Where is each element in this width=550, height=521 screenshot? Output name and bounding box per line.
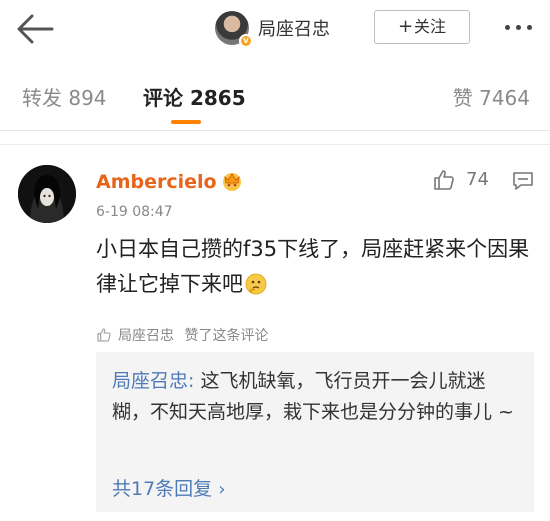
divider: [0, 144, 550, 145]
author-avatar[interactable]: V: [215, 11, 253, 48]
commenter-avatar[interactable]: [18, 165, 76, 223]
thinking-emoji-icon: [245, 273, 267, 295]
crown-icon: [223, 173, 241, 191]
author-name[interactable]: 局座召忠: [258, 15, 330, 41]
comment-time: 6-19 08:47: [96, 204, 173, 220]
comment-text: 小日本自己攒的f35下线了，局座赶紧来个因果律让它掉下来吧: [96, 232, 536, 302]
follow-plus: +: [397, 16, 414, 37]
top-bar: V 局座召忠 +关注: [0, 0, 550, 58]
comment-body: 小日本自己攒的f35下线了，局座赶紧来个因果律让它掉下来吧: [96, 237, 530, 296]
reply-text: 局座召忠: 这飞机缺氧，飞行员开一会儿就迷糊，不知天高地厚，栽下来也是分分钟的事…: [112, 366, 522, 428]
reply-count-label: 共17条回复: [112, 478, 213, 500]
back-arrow-icon: [17, 14, 54, 44]
more-dots-icon[interactable]: [502, 22, 538, 34]
follow-label: 关注: [414, 17, 447, 36]
liked-by-name: 局座召忠: [118, 328, 174, 344]
back-button[interactable]: [14, 8, 56, 50]
reply-icon[interactable]: [512, 170, 534, 192]
reply-author[interactable]: 局座召忠: [112, 370, 188, 392]
thumb-up-icon: [97, 328, 111, 342]
chevron-right-icon: ›: [218, 479, 226, 500]
like-count: 74: [466, 169, 489, 190]
tab-bar: 转发 894 评论 2865 赞 7464: [0, 60, 550, 130]
liked-by-suffix: 赞了这条评论: [184, 328, 269, 344]
tab-comments[interactable]: 评论 2865: [143, 82, 246, 111]
tab-likes[interactable]: 赞 7464: [453, 82, 530, 111]
thumb-up-icon[interactable]: [432, 168, 456, 192]
commenter-username[interactable]: Ambercielo: [96, 171, 217, 193]
comment-item: Ambercielo 6-19 08:47 74 小日本自己攒的f35下线了，局…: [0, 150, 550, 521]
tab-repost[interactable]: 转发 894: [22, 82, 107, 111]
liked-by-author: 局座召忠 赞了这条评论: [96, 325, 268, 345]
verified-badge-icon: V: [239, 34, 253, 48]
active-tab-indicator: [171, 120, 201, 124]
follow-button[interactable]: +关注: [374, 10, 470, 44]
reply-colon: :: [188, 370, 201, 392]
view-all-replies-link[interactable]: 共17条回复 ›: [112, 474, 225, 501]
reply-preview[interactable]: 局座召忠: 这飞机缺氧，飞行员开一会儿就迷糊，不知天高地厚，栽下来也是分分钟的事…: [96, 352, 534, 512]
